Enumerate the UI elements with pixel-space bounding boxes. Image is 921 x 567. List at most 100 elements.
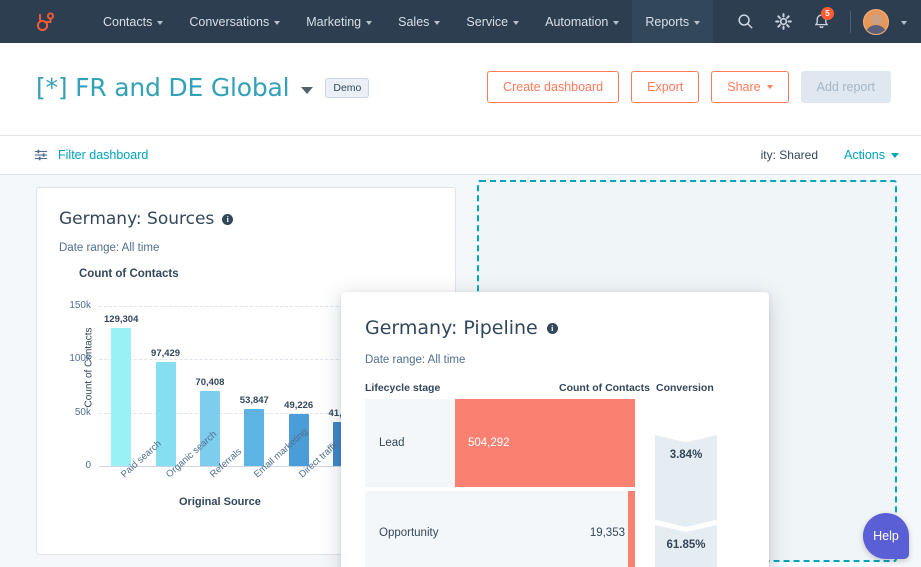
share-button[interactable]: Share (711, 71, 789, 103)
demo-badge: Demo (325, 77, 370, 98)
chevron-down-icon (157, 20, 164, 25)
x-axis-title: Original Source (179, 496, 261, 508)
button-label: Add report (816, 80, 875, 94)
header-conversion: Conversion (656, 382, 714, 394)
help-button[interactable]: Help (863, 513, 909, 559)
bar[interactable] (199, 390, 220, 466)
gear-icon (774, 13, 792, 30)
nav-label: Reports (645, 14, 690, 29)
header-count-of-contacts: Count of Contacts (559, 382, 650, 394)
settings-button[interactable] (766, 0, 800, 43)
add-report-button[interactable]: Add report (800, 71, 891, 103)
header-actions: Create dashboard Export Share Add report (487, 71, 891, 103)
button-label: Share (727, 80, 761, 94)
nav-item-reports[interactable]: Reports (632, 0, 714, 43)
create-dashboard-button[interactable]: Create dashboard (487, 71, 620, 103)
search-button[interactable] (728, 0, 762, 43)
filter-dashboard-label: Filter dashboard (58, 148, 149, 162)
nav-item-sales[interactable]: Sales (385, 0, 453, 43)
modal-title: Germany: Pipeline (365, 317, 538, 339)
nav-item-marketing[interactable]: Marketing (293, 0, 385, 43)
sources-metric-label: Count of Contacts (79, 268, 179, 280)
sources-card-title-row: Germany: Sources i (59, 209, 455, 229)
y-axis-title: Count of Contacts (83, 327, 95, 408)
bar-value-label: 97,429 (151, 348, 181, 360)
funnel-count-value: 19,353 (589, 527, 625, 539)
chevron-down-icon (366, 20, 373, 25)
avatar-body (865, 24, 887, 34)
chevron-down-icon (694, 20, 701, 25)
filter-dashboard-button[interactable]: Filter dashboard (34, 148, 148, 162)
nav-item-contacts[interactable]: Contacts (90, 0, 176, 43)
bar-value-label: 53,847 (239, 394, 269, 406)
bar[interactable] (111, 328, 132, 466)
header-lifecycle-stage: Lifecycle stage (365, 382, 441, 394)
nav-label: Conversations (189, 14, 270, 29)
sliders-icon (34, 149, 48, 161)
export-button[interactable]: Export (631, 71, 700, 103)
info-icon[interactable]: i (222, 213, 234, 225)
chevron-down-icon (274, 20, 281, 25)
top-navigation-bar: Contacts Conversations Marketing Sales S… (0, 0, 921, 43)
avatar[interactable] (863, 8, 889, 35)
nav-divider (850, 10, 851, 33)
funnel-bar: 504,292 (455, 399, 635, 487)
page-title: [*] FR and DE Global (36, 73, 290, 102)
filter-bar: Filter dashboard ity: Shared Actions (0, 136, 921, 175)
modal-title-row: Germany: Pipeline i (365, 317, 769, 339)
funnel-count-value: 504,292 (468, 437, 510, 449)
info-icon[interactable]: i (546, 322, 558, 334)
conversion-badge: 61.85% (655, 525, 717, 567)
chevron-down-icon (434, 20, 441, 25)
nav-right-actions: 5 (728, 0, 921, 43)
nav-label: Automation (545, 14, 609, 29)
button-label: Create dashboard (503, 80, 604, 94)
nav-item-conversations[interactable]: Conversations (176, 0, 293, 43)
hubspot-sprocket-icon (36, 12, 54, 31)
funnel-row[interactable]: Lead 504,292 3.84% (365, 399, 755, 527)
bar[interactable] (244, 408, 265, 466)
avatar-head (871, 13, 882, 25)
bar-value-label: 70,408 (195, 376, 225, 388)
funnel-row[interactable]: Opportunity 19,353 61.85% (365, 491, 755, 567)
funnel-bar (628, 491, 635, 567)
bar-value-label: 129,304 (104, 314, 139, 326)
visibility-status: ity: Shared (760, 148, 818, 162)
nav-label: Contacts (103, 14, 153, 29)
hubspot-logo[interactable] (0, 10, 90, 34)
nav-label: Marketing (306, 14, 362, 29)
funnel-bar-cell: 504,292 (455, 399, 635, 487)
y-axis-tick-label: 0 (85, 460, 91, 471)
chevron-down-icon (613, 20, 620, 25)
funnel-stage-label: Opportunity (365, 491, 455, 567)
notifications-button[interactable]: 5 (804, 0, 838, 43)
modal-date-range: Date range: All time (365, 354, 466, 366)
y-axis-tick-label: 100k (69, 353, 91, 365)
search-icon (737, 14, 753, 29)
chevron-down-icon (766, 85, 773, 89)
account-chevron-down-icon[interactable] (901, 20, 907, 25)
actions-menu-button[interactable]: Actions (844, 148, 899, 162)
report-modal-germany-pipeline[interactable]: Germany: Pipeline i Date range: All time… (341, 292, 769, 567)
chevron-down-icon (891, 152, 899, 158)
bar-column[interactable]: 97,429 (143, 306, 187, 466)
actions-label: Actions (844, 148, 885, 162)
funnel-stage-label: Lead (365, 399, 455, 487)
filter-bar-right: ity: Shared Actions (761, 148, 921, 162)
funnel-bar-cell: 19,353 (455, 491, 635, 567)
help-label: Help (873, 529, 899, 543)
bar-column[interactable]: 53,847 (232, 306, 276, 466)
page-title-row: [*] FR and DE Global Demo (36, 73, 370, 102)
funnel-table-headers: Lifecycle stage Count of Contacts Conver… (341, 382, 769, 400)
nav-label: Service (466, 14, 509, 29)
bar-column[interactable]: 129,304 (99, 306, 143, 466)
notification-badge: 5 (821, 7, 834, 20)
dashboard-selector-chevron-down-icon[interactable] (301, 87, 314, 94)
nav-item-automation[interactable]: Automation (532, 0, 632, 43)
sources-date-range: Date range: All time (59, 242, 160, 254)
nav-item-service[interactable]: Service (453, 0, 532, 43)
funnel-rows: Lead504,2923.84%Opportunity19,35361.85%C… (365, 399, 755, 567)
y-axis-tick-label: 50k (74, 406, 91, 418)
chevron-down-icon (513, 20, 520, 25)
nav-menu: Contacts Conversations Marketing Sales S… (90, 0, 714, 43)
